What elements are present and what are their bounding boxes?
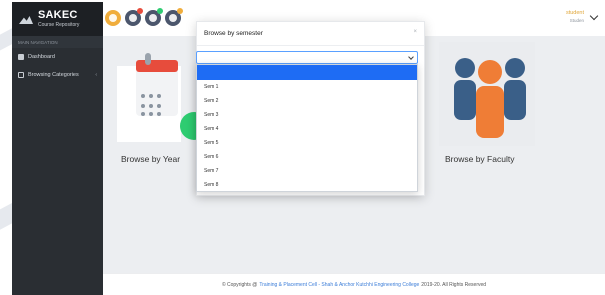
brand[interactable]: SAKEC Course Repository bbox=[12, 2, 103, 36]
brand-title: SAKEC bbox=[38, 9, 78, 21]
sidebar-item-browsing-categories[interactable]: Browsing Categories ‹ bbox=[12, 66, 103, 84]
alerts-button[interactable] bbox=[165, 8, 183, 26]
chevron-left-icon: ‹ bbox=[95, 72, 97, 78]
chevron-down-icon bbox=[408, 54, 414, 60]
user-menu[interactable]: student Studen bbox=[565, 10, 584, 23]
dropdown-option-blank[interactable] bbox=[197, 65, 417, 80]
brand-text: SAKEC Course Repository bbox=[38, 10, 79, 28]
modal-title: Browse by semester bbox=[197, 22, 424, 46]
message-badge bbox=[157, 8, 163, 14]
semester-dropdown-list: Sem 1 Sem 2 Sem 3 Sem 4 Sem 5 Sem 6 Sem … bbox=[196, 64, 418, 192]
calendar-icon[interactable] bbox=[117, 53, 208, 142]
footer: © Copyrights @ Training & Placement Cell… bbox=[103, 274, 605, 295]
notification-badge bbox=[137, 8, 143, 14]
chevron-down-icon[interactable] bbox=[589, 11, 599, 21]
sidebar-item-label: Browsing Categories bbox=[28, 72, 79, 78]
menu-toggle-button[interactable] bbox=[105, 10, 121, 26]
sidebar-item-label: Dashboard bbox=[28, 54, 55, 60]
user-icon bbox=[169, 14, 177, 22]
dropdown-option[interactable]: Sem 4 bbox=[197, 122, 417, 136]
notifications-button[interactable] bbox=[125, 8, 143, 26]
alert-badge bbox=[177, 8, 183, 14]
dropdown-option[interactable]: Sem 8 bbox=[197, 178, 417, 192]
dropdown-option[interactable]: Sem 1 bbox=[197, 80, 417, 94]
close-icon[interactable]: × bbox=[413, 29, 417, 35]
screen: SAKEC Course Repository MAIN NAVIGATION … bbox=[0, 0, 605, 295]
drop-icon bbox=[149, 14, 157, 22]
sidebar: SAKEC Course Repository MAIN NAVIGATION … bbox=[12, 2, 103, 295]
people-group-icon[interactable] bbox=[439, 42, 535, 146]
user-role: Studen bbox=[569, 17, 584, 23]
semester-select[interactable] bbox=[196, 51, 418, 64]
tile-label-browse-by-year[interactable]: Browse by Year bbox=[121, 154, 180, 164]
footer-link[interactable]: Training & Placement Cell - Shah & Ancho… bbox=[259, 282, 419, 288]
footer-suffix: 2019-20. All Rights Reserved bbox=[421, 281, 487, 288]
tile-label-browse-by-faculty[interactable]: Browse by Faculty bbox=[445, 154, 514, 164]
dropdown-option[interactable]: Sem 6 bbox=[197, 150, 417, 164]
dropdown-option[interactable]: Sem 7 bbox=[197, 164, 417, 178]
dropdown-option[interactable]: Sem 2 bbox=[197, 94, 417, 108]
monitor-icon bbox=[18, 72, 24, 78]
dropdown-option[interactable]: Sem 3 bbox=[197, 108, 417, 122]
sidebar-section-header: MAIN NAVIGATION bbox=[12, 36, 103, 48]
messages-button[interactable] bbox=[145, 8, 163, 26]
mountain-logo-icon bbox=[19, 14, 33, 24]
dashboard-icon bbox=[18, 54, 24, 60]
brand-subtitle: Course Repository bbox=[38, 22, 80, 28]
footer-prefix: © Copyrights @ bbox=[221, 281, 258, 288]
menu-icon bbox=[109, 14, 117, 22]
sidebar-item-dashboard[interactable]: Dashboard bbox=[12, 48, 103, 66]
bell-icon bbox=[129, 14, 137, 22]
user-name: student bbox=[565, 10, 584, 16]
dropdown-option[interactable]: Sem 5 bbox=[197, 136, 417, 150]
